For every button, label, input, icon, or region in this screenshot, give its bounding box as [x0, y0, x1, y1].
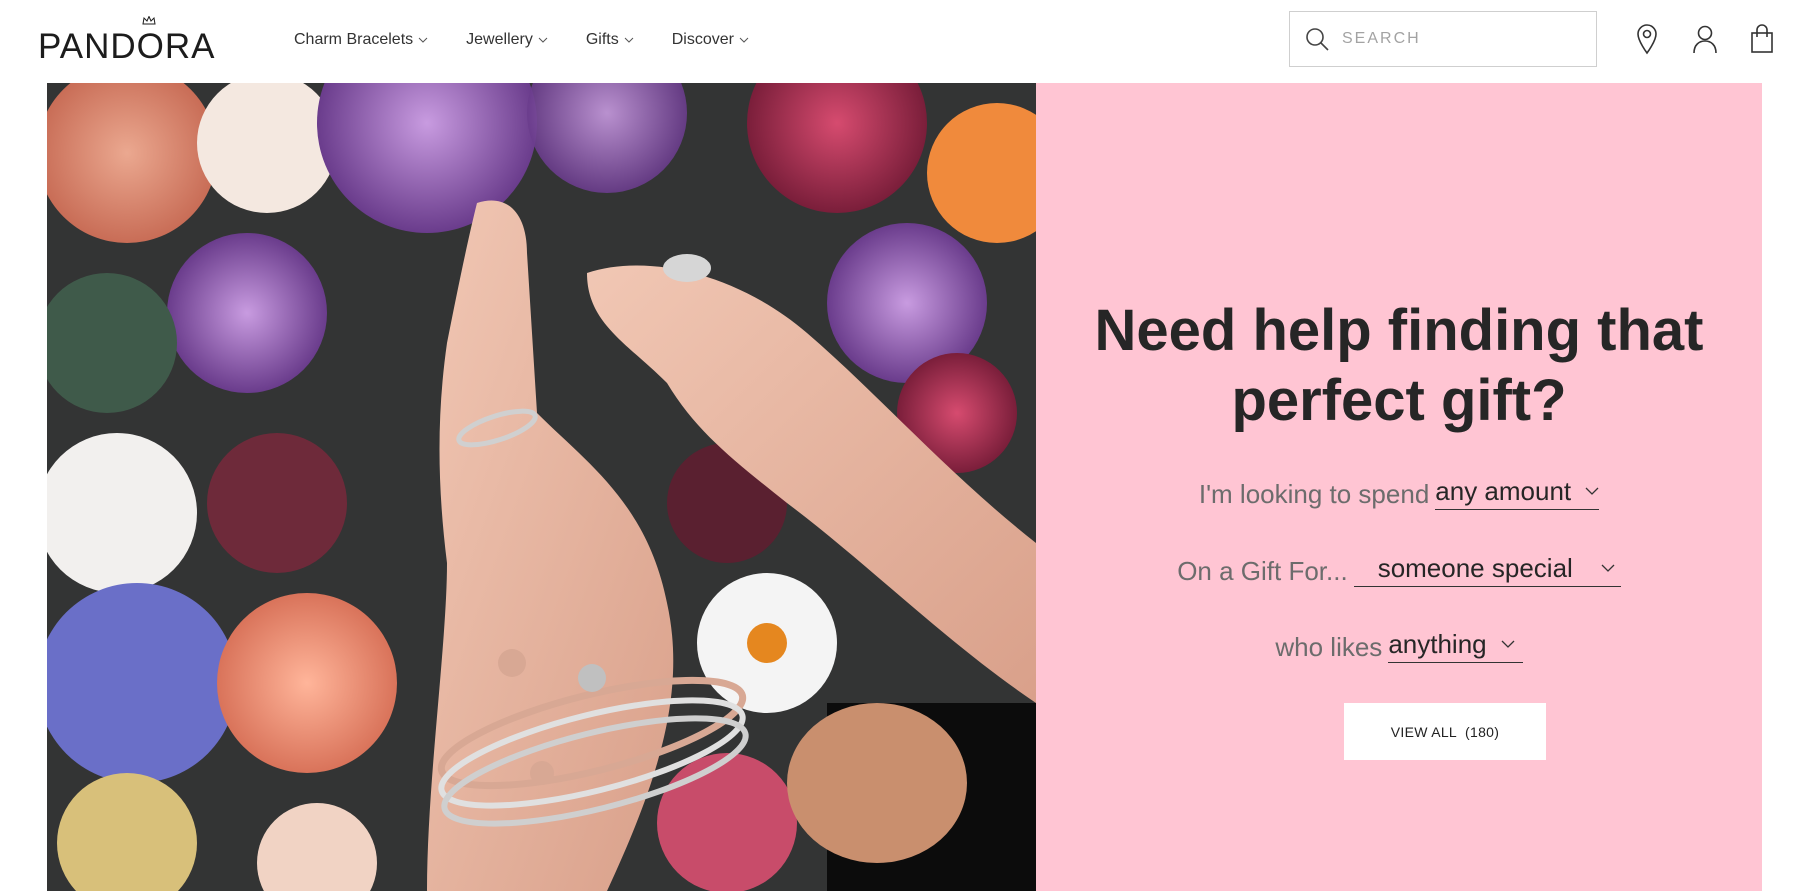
search-box[interactable] [1289, 11, 1597, 67]
pandora-logo[interactable]: PANDORA [38, 16, 216, 66]
crown-icon [142, 16, 156, 25]
likes-dropdown[interactable]: anything [1388, 629, 1523, 663]
gift-for-dropdown-value: someone special [1377, 553, 1573, 583]
view-all-label: VIEW ALL [1390, 723, 1458, 740]
likes-dropdown-value: anything [1388, 629, 1487, 659]
gift-finder-headline: Need help finding that perfect gift? [1036, 296, 1762, 436]
user-icon [1693, 25, 1717, 54]
chevron-down-icon [624, 37, 634, 43]
spend-dropdown-value: any amount [1435, 476, 1572, 506]
flowers-and-bracelets-illustration [47, 83, 1036, 891]
nav-item-charm-bracelets[interactable]: Charm Bracelets [294, 31, 428, 49]
main-nav: Charm Bracelets Jewellery Gifts Discover [294, 31, 787, 49]
headline-line-1: Need help finding that [1094, 298, 1704, 363]
nav-item-label: Charm Bracelets [294, 31, 414, 48]
likes-row: who likes anything [1036, 629, 1762, 663]
shopping-bag-button[interactable] [1747, 22, 1777, 56]
likes-label: who likes [1275, 632, 1383, 662]
location-pin-icon [1637, 24, 1657, 55]
shopping-bag-icon [1751, 24, 1773, 53]
nav-item-label: Gifts [585, 31, 619, 48]
nav-item-discover[interactable]: Discover [672, 31, 749, 49]
chevron-down-icon [538, 37, 548, 43]
search-input[interactable] [1342, 30, 1582, 48]
logo-text: PANDORA [38, 27, 216, 66]
spend-row: I'm looking to spend any amount [1036, 476, 1762, 510]
spend-label: I'm looking to spend [1198, 479, 1430, 509]
account-button[interactable] [1690, 22, 1720, 56]
search-icon [1306, 28, 1329, 51]
site-header: PANDORA Charm Bracelets Jewellery Gifts … [0, 0, 1804, 83]
nav-item-jewellery[interactable]: Jewellery [466, 31, 548, 49]
hero-photo-hands-with-flowers [47, 83, 1036, 891]
spend-dropdown[interactable]: any amount [1435, 476, 1600, 510]
gift-for-dropdown[interactable]: someone special [1353, 553, 1621, 587]
gift-finder-hero: Need help finding that perfect gift? I'm… [47, 83, 1762, 891]
nav-item-gifts[interactable]: Gifts [586, 31, 634, 49]
chevron-down-icon [1601, 564, 1615, 572]
chevron-down-icon [1585, 487, 1599, 495]
gift-finder-panel: Need help finding that perfect gift? I'm… [1036, 83, 1762, 891]
chevron-down-icon [1501, 640, 1515, 648]
nav-item-label: Discover [671, 31, 734, 48]
chevron-down-icon [739, 37, 749, 43]
view-all-count: (180) [1465, 723, 1500, 740]
store-locator-button[interactable] [1632, 22, 1662, 56]
gift-for-row: On a Gift For... someone special [1036, 553, 1762, 587]
headline-line-2: perfect gift? [1231, 368, 1567, 433]
gift-for-label: On a Gift For... [1177, 556, 1348, 586]
view-all-button[interactable]: VIEW ALL (180) [1344, 703, 1546, 760]
nav-item-label: Jewellery [466, 31, 533, 48]
chevron-down-icon [418, 37, 428, 43]
